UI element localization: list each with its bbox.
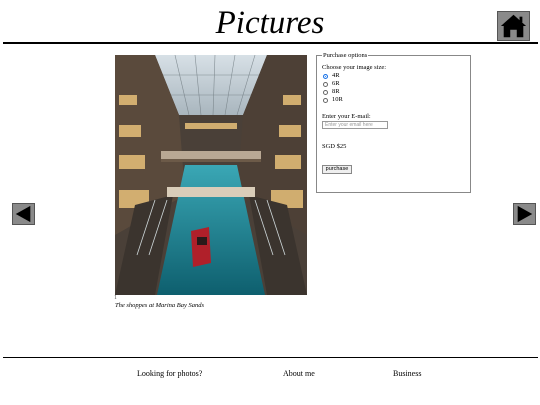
radio-6r[interactable] <box>323 81 328 87</box>
header-divider <box>3 42 538 44</box>
size-option-4r[interactable]: 4R <box>323 72 340 80</box>
mall-photo <box>115 55 307 295</box>
arrow-right-icon <box>517 205 533 223</box>
purchase-legend: Purchase options <box>322 52 369 60</box>
footer-link-business[interactable]: Business <box>393 369 421 379</box>
footer-link-looking-for-photos[interactable]: Looking for photos? <box>137 369 202 379</box>
size-option-label: 8R <box>332 88 340 95</box>
price-text: SGD $25 <box>322 143 347 150</box>
footer-divider <box>3 357 538 358</box>
footer-link-about-me[interactable]: About me <box>283 369 315 379</box>
size-option-label: 4R <box>332 72 340 79</box>
photo-marker: 1 <box>114 295 117 301</box>
home-icon <box>500 14 527 38</box>
size-option-10r[interactable]: 10R <box>323 96 343 104</box>
radio-10r[interactable] <box>323 97 328 103</box>
arrow-left-icon <box>15 205 31 223</box>
page-title: Pictures <box>215 5 325 41</box>
size-label: Choose your image size: <box>322 64 387 71</box>
next-button[interactable] <box>513 203 536 225</box>
size-option-label: 10R <box>332 96 343 103</box>
photo-caption: The shoppes at Marina Bay Sands <box>115 302 205 309</box>
radio-8r[interactable] <box>323 89 328 95</box>
size-option-8r[interactable]: 8R <box>323 88 340 96</box>
email-label: Enter your E-mail: <box>322 113 371 120</box>
size-option-label: 6R <box>332 80 340 87</box>
purchase-button[interactable]: purchase <box>322 165 352 174</box>
email-field[interactable]: Enter your email here <box>322 121 388 129</box>
previous-button[interactable] <box>12 203 35 225</box>
home-button[interactable] <box>497 11 530 41</box>
size-option-6r[interactable]: 6R <box>323 80 340 88</box>
radio-4r[interactable] <box>323 73 328 79</box>
